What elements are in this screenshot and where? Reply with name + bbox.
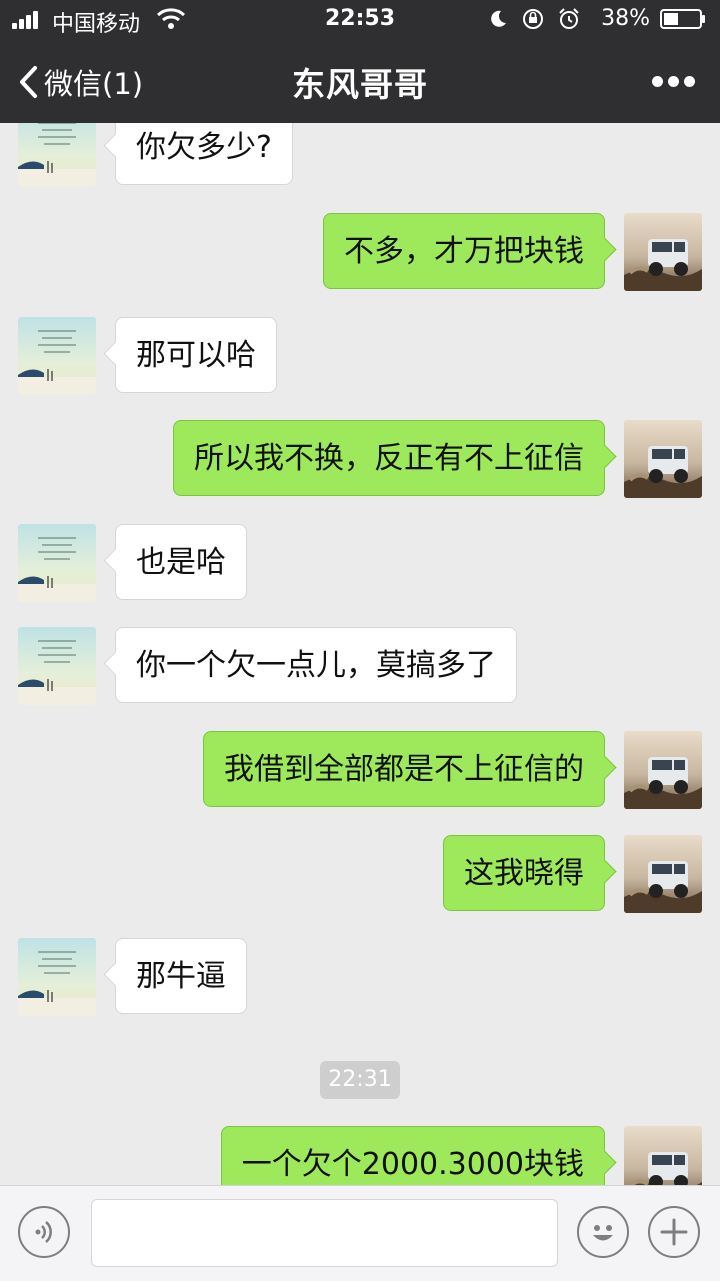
- message-bubble[interactable]: 也是哈: [115, 524, 247, 600]
- nav-bar: 微信(1) 东风哥哥: [0, 40, 720, 123]
- emoji-button[interactable]: [577, 1206, 629, 1258]
- plus-icon: [660, 1218, 688, 1246]
- voice-button[interactable]: [18, 1206, 70, 1258]
- contact-avatar[interactable]: [18, 317, 96, 395]
- message-bubble[interactable]: 你欠多少?: [115, 123, 293, 185]
- contact-avatar[interactable]: [18, 123, 96, 187]
- rotation-lock-icon: [523, 9, 543, 29]
- alarm-icon: [559, 8, 579, 29]
- my-avatar[interactable]: [624, 213, 702, 291]
- emoji-icon: [593, 1225, 613, 1241]
- input-bar: [0, 1185, 720, 1281]
- status-bar: 中国移动 22:53 38%: [0, 0, 720, 40]
- more-icon[interactable]: [652, 74, 696, 88]
- message-bubble[interactable]: 不多，才万把块钱: [323, 213, 605, 289]
- message-bubble[interactable]: 所以我不换，反正有不上征信: [173, 420, 605, 496]
- contact-avatar[interactable]: [18, 938, 96, 1016]
- timestamp: 22:31: [320, 1061, 400, 1099]
- battery-icon: [660, 9, 705, 29]
- voice-icon: [35, 1221, 52, 1243]
- contact-avatar[interactable]: [18, 524, 96, 602]
- status-icons: [465, 7, 595, 31]
- moon-icon: [491, 10, 506, 27]
- contact-avatar[interactable]: [18, 627, 96, 705]
- message-bubble[interactable]: 我借到全部都是不上征信的: [203, 731, 605, 807]
- chat-title: 东风哥哥: [292, 65, 428, 104]
- message-input[interactable]: [91, 1199, 558, 1267]
- message-bubble[interactable]: 那牛逼: [115, 938, 247, 1014]
- my-avatar[interactable]: [624, 1126, 702, 1185]
- message-bubble[interactable]: 那可以哈: [115, 317, 277, 393]
- chat-area[interactable]: 你欠多少? 不多，才万把块钱 那可以哈 所以我不换，反正有不上征信 也是哈 你一…: [0, 123, 720, 1185]
- top-bar: 中国移动 22:53 38% 微信(1) 东风哥哥: [0, 0, 720, 123]
- message-bubble[interactable]: 这我晓得: [443, 835, 605, 911]
- my-avatar[interactable]: [624, 731, 702, 809]
- message-bubble[interactable]: 一个欠个2000.3000块钱: [220, 1126, 605, 1185]
- battery-percent: 38%: [601, 6, 650, 31]
- message-bubble[interactable]: 你一个欠一点儿，莫搞多了: [115, 627, 517, 703]
- my-avatar[interactable]: [624, 835, 702, 913]
- more-actions-button[interactable]: [648, 1206, 700, 1258]
- my-avatar[interactable]: [624, 420, 702, 498]
